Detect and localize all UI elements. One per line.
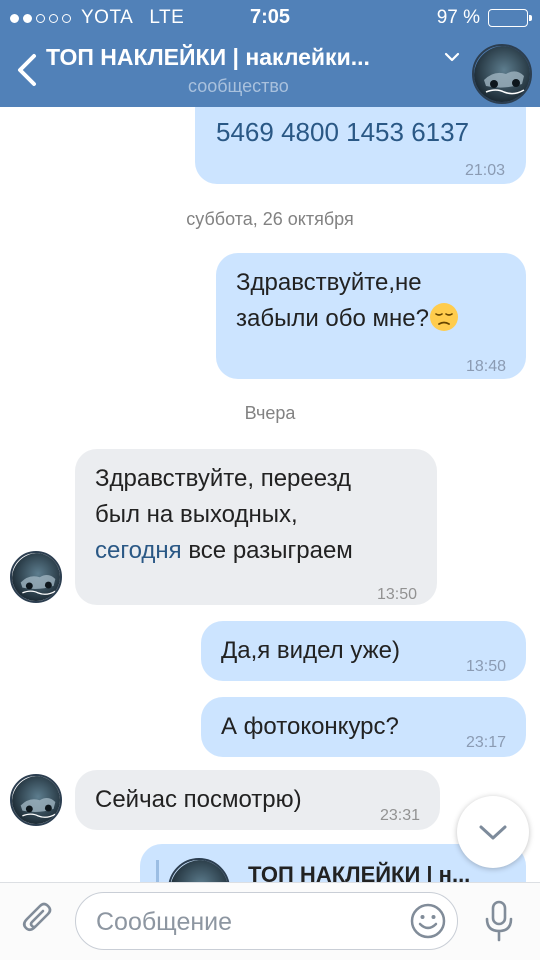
- pensive-face-icon: [429, 303, 458, 331]
- message-line-with-emoji: забыли обо мне?: [236, 301, 459, 337]
- battery-status: 97 %: [436, 7, 532, 29]
- date-separator: Вчера: [244, 403, 296, 423]
- chat-header: YOTA LTE 7:05 97 % ТОП НАКЛЕЙКИ | наклей…: [0, 0, 540, 107]
- message-incoming[interactable]: Сейчас посмотрю) 23:31: [75, 770, 440, 830]
- message-time: 23:31: [379, 807, 420, 824]
- message-incoming[interactable]: Здравствуйте, переезд был на выходных, с…: [75, 449, 437, 605]
- logo-image: [474, 46, 530, 102]
- message-text: А фотоконкурс?: [221, 713, 399, 740]
- sender-avatar[interactable]: [10, 774, 62, 826]
- logo-image: [12, 776, 60, 824]
- scroll-down-button[interactable]: [457, 796, 529, 868]
- message-outgoing[interactable]: Да,я видел уже) 13:50: [201, 621, 526, 681]
- message-time: 23:17: [465, 734, 506, 751]
- message-input-bar: Сообщение: [0, 882, 540, 960]
- battery-icon: [488, 9, 532, 27]
- message-text: Здравствуйте, переезд был на выходных, с…: [95, 461, 353, 569]
- scroll-down-icon: [479, 825, 507, 840]
- battery-percent: 97 %: [436, 7, 480, 28]
- message-line: забыли обо мне?: [236, 305, 429, 332]
- message-list[interactable]: 5469 4800 1453 6137 21:03 суббота, 26 ок…: [0, 107, 540, 882]
- chat-subtitle: сообщество: [188, 76, 289, 96]
- message-time: 18:48: [465, 358, 506, 375]
- chat-title[interactable]: ТОП НАКЛЕЙКИ | наклейки...: [46, 44, 431, 71]
- community-avatar[interactable]: [472, 44, 532, 104]
- smile-icon[interactable]: [409, 902, 447, 940]
- message-line: был на выходных,: [95, 501, 298, 528]
- date-separator: суббота, 26 октября: [186, 209, 354, 229]
- message-line: сегодня все разыграем: [95, 533, 353, 569]
- paperclip-icon[interactable]: [20, 899, 56, 939]
- message-text: 5469 4800 1453 6137: [216, 117, 470, 147]
- message-field[interactable]: Сообщение: [75, 892, 458, 950]
- message-time: 21:03: [464, 162, 505, 179]
- message-outgoing[interactable]: Здравствуйте,не забыли обо мне? 18:48: [216, 253, 526, 379]
- message-input-placeholder[interactable]: Сообщение: [96, 908, 232, 937]
- message-outgoing[interactable]: 5469 4800 1453 6137 21:03: [195, 107, 526, 184]
- back-arrow-icon[interactable]: [12, 50, 42, 90]
- logo-image: [12, 553, 60, 601]
- status-bar: YOTA LTE 7:05 97 %: [0, 0, 540, 34]
- sender-avatar[interactable]: [10, 551, 62, 603]
- message-time: 13:50: [376, 586, 417, 603]
- message-line-rest: все разыграем: [181, 537, 353, 564]
- message-line: Здравствуйте,не: [236, 269, 422, 296]
- message-text: Да,я видел уже): [221, 637, 400, 664]
- message-line: Здравствуйте, переезд: [95, 465, 352, 492]
- message-text: Здравствуйте,не забыли обо мне?: [236, 265, 459, 337]
- message-text: Сейчас посмотрю): [95, 786, 302, 813]
- message-time: 13:50: [465, 658, 506, 675]
- chat-screen: YOTA LTE 7:05 97 % ТОП НАКЛЕЙКИ | наклей…: [0, 0, 540, 960]
- microphone-icon[interactable]: [482, 899, 516, 943]
- chevron-down-icon[interactable]: [443, 48, 461, 66]
- message-outgoing[interactable]: А фотоконкурс? 23:17: [201, 697, 526, 757]
- message-link[interactable]: сегодня: [95, 537, 182, 564]
